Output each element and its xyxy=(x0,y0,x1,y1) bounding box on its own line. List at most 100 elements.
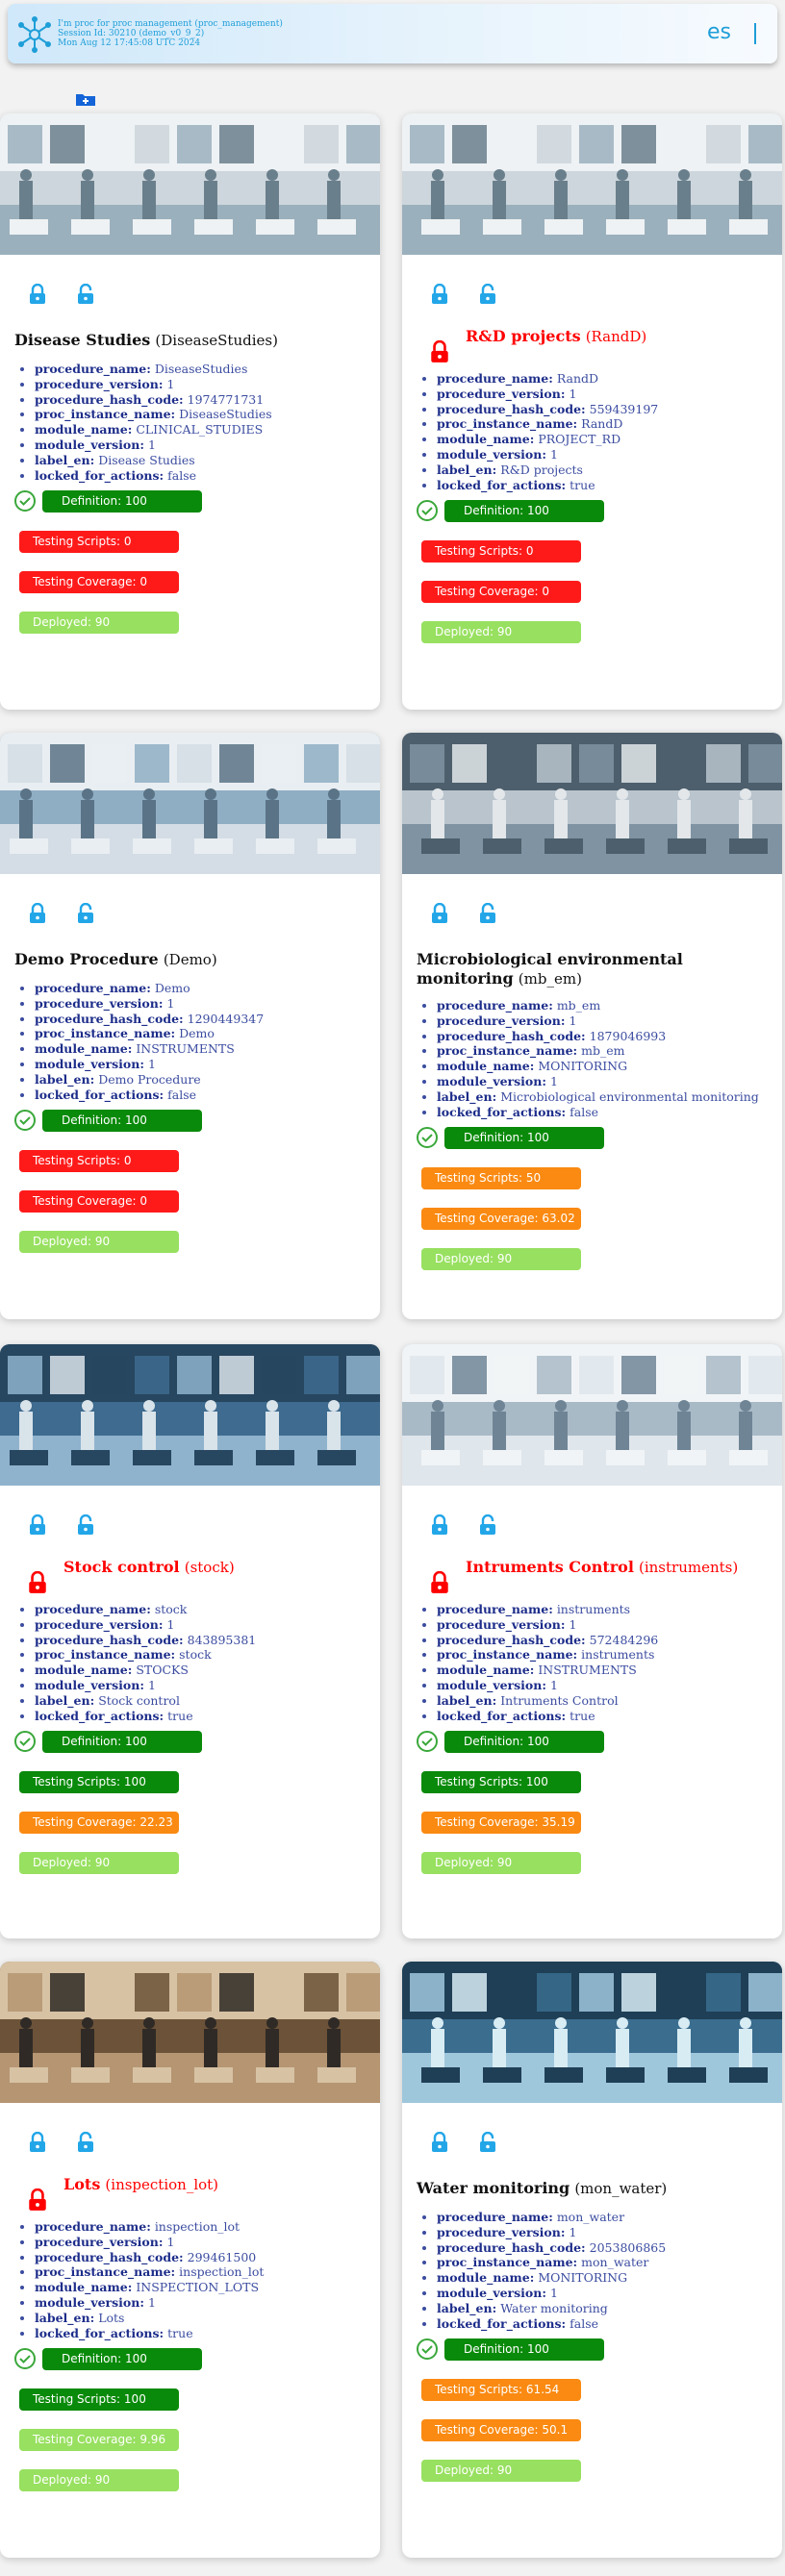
unlock-icon[interactable] xyxy=(29,284,46,305)
unlock-icon[interactable] xyxy=(29,903,46,924)
menu-toggle[interactable] xyxy=(754,23,756,44)
field-label: procedure_hash_code: xyxy=(35,1632,184,1647)
status-testing-coverage: Testing Coverage: 0 xyxy=(19,1190,179,1213)
procedure-field: module_version: 1 xyxy=(437,1074,759,1089)
session-info: I'm proc for proc management (proc_manag… xyxy=(58,19,283,48)
procedure-field: procedure_name: instruments xyxy=(437,1602,658,1617)
unlock-icon[interactable] xyxy=(29,2132,46,2153)
field-value: false xyxy=(167,1087,197,1102)
top-bar: I'm proc for proc management (proc_manag… xyxy=(8,4,777,63)
lock-open-icon[interactable] xyxy=(479,903,496,924)
status-label: Definition: xyxy=(464,2342,527,2357)
procedure-card[interactable]: Demo Procedure (Demo) procedure_name: Dem… xyxy=(0,733,380,1319)
field-value: MONITORING xyxy=(538,1059,628,1074)
field-label: locked_for_actions: xyxy=(437,1708,567,1723)
field-label: procedure_hash_code: xyxy=(35,391,184,407)
status-testing-scripts: Testing Scripts: 0 xyxy=(19,1150,179,1173)
status-label: Testing Coverage: xyxy=(33,1194,140,1209)
status-value: 90 xyxy=(94,2473,111,2488)
unlock-icon[interactable] xyxy=(431,284,448,305)
procedure-card[interactable]: Water monitoring (mon_water) procedure_na… xyxy=(402,1962,782,2558)
language-toggle[interactable]: es xyxy=(707,20,731,44)
field-value: INSTRUMENTS xyxy=(136,1041,235,1057)
procedure-card[interactable]: Lots (inspection_lot) procedure_name: ins… xyxy=(0,1962,380,2558)
procedure-field: label_en: Stock control xyxy=(35,1693,256,1709)
procedure-field: module_name: CLINICAL_STUDIES xyxy=(35,422,272,438)
field-value: 1 xyxy=(166,2234,175,2249)
field-label: label_en: xyxy=(35,452,95,467)
unlock-icon[interactable] xyxy=(29,1514,46,1536)
field-value: INSPECTION_LOTS xyxy=(136,2280,260,2295)
lock-open-icon[interactable] xyxy=(77,903,94,924)
procedure-title: Lots (inspection_lot) xyxy=(63,2175,380,2194)
unlock-icon[interactable] xyxy=(431,2132,448,2153)
status-deployed: Deployed: 90 xyxy=(19,1231,179,1254)
field-label: procedure_version: xyxy=(35,1616,164,1632)
field-value: DiseaseStudies xyxy=(154,362,248,376)
check-circle-icon xyxy=(417,1731,438,1753)
field-value: 299461500 xyxy=(187,2249,257,2264)
procedure-fields: procedure_name: stockprocedure_version: … xyxy=(35,1602,256,1723)
field-value: false xyxy=(570,2315,599,2331)
status-value: 90 xyxy=(496,1252,513,1266)
lock-open-icon[interactable] xyxy=(77,1514,94,1536)
procedure-field: locked_for_actions: false xyxy=(35,1088,264,1103)
add-procedure-icon[interactable] xyxy=(75,91,96,107)
field-value: Stock control xyxy=(98,1692,180,1708)
procedure-field: label_en: Intruments Control xyxy=(437,1693,658,1709)
field-label: procedure_hash_code: xyxy=(437,401,586,416)
field-label: procedure_version: xyxy=(437,1616,566,1632)
unlock-icon[interactable] xyxy=(431,903,448,924)
status-definition: Definition: 100 xyxy=(42,490,202,513)
procedure-field: module_name: STOCKS xyxy=(35,1663,256,1678)
field-label: procedure_hash_code: xyxy=(437,1028,586,1043)
lock-open-icon[interactable] xyxy=(479,284,496,305)
procedure-image xyxy=(0,1344,380,1486)
procedure-card[interactable]: Disease Studies (DiseaseStudies) procedur… xyxy=(0,113,380,710)
status-value: 100 xyxy=(526,1735,549,1749)
field-label: procedure_name: xyxy=(35,981,151,995)
status-value: 100 xyxy=(123,2392,146,2407)
field-label: proc_instance_name: xyxy=(437,2255,578,2270)
field-value: stock xyxy=(154,1602,188,1616)
unlock-icon[interactable] xyxy=(431,1514,448,1536)
field-label: module_version: xyxy=(437,1073,546,1088)
procedure-fields: procedure_name: inspection_lotprocedure_… xyxy=(35,2219,264,2340)
lock-open-icon[interactable] xyxy=(77,284,94,305)
field-label: locked_for_actions: xyxy=(437,477,567,492)
lock-open-icon[interactable] xyxy=(77,2132,94,2153)
field-label: module_name: xyxy=(35,1041,133,1057)
procedure-card[interactable]: Microbiological environmental monitoring… xyxy=(402,733,782,1319)
status-testing-scripts: Testing Scripts: 100 xyxy=(19,1771,179,1794)
procedure-card[interactable]: Stock control (stock) procedure_name: sto… xyxy=(0,1344,380,1938)
procedure-card[interactable]: Intruments Control (instruments) procedur… xyxy=(402,1344,782,1938)
field-label: module_name: xyxy=(35,1663,133,1678)
status-label: Testing Coverage: xyxy=(435,585,543,599)
field-label: label_en: xyxy=(35,2310,95,2325)
field-label: locked_for_actions: xyxy=(35,2325,165,2340)
field-label: module_version: xyxy=(35,1677,144,1692)
field-value: 1974771731 xyxy=(187,391,265,407)
procedure-field: locked_for_actions: false xyxy=(35,468,272,484)
status-testing-coverage: Testing Coverage: 35.19 xyxy=(421,1812,581,1835)
procedure-card[interactable]: R&D projects (RandD) procedure_name: Rand… xyxy=(402,113,782,710)
status-testing-coverage: Testing Coverage: 22.23 xyxy=(19,1812,179,1835)
field-value: Demo Procedure xyxy=(98,1071,201,1087)
procedure-field: procedure_version: 1 xyxy=(35,1617,256,1633)
status-value: 0 xyxy=(139,575,147,589)
status-value: 0 xyxy=(123,535,132,549)
status-value: 50.1 xyxy=(542,2423,569,2438)
procedure-title-name: Disease Studies xyxy=(14,331,151,349)
status-label: Deployed: xyxy=(435,1252,497,1266)
field-value: mb_em xyxy=(556,998,601,1013)
procedure-title: Disease Studies (DiseaseStudies) xyxy=(14,331,370,350)
status-label: Deployed: xyxy=(33,615,95,630)
field-value: Intruments Control xyxy=(500,1692,619,1708)
procedure-field: label_en: R&D projects xyxy=(437,463,658,478)
lock-open-icon[interactable] xyxy=(479,2132,496,2153)
procedure-field: module_name: INSPECTION_LOTS xyxy=(35,2280,264,2295)
field-value: 1 xyxy=(166,1616,175,1632)
field-label: procedure_name: xyxy=(437,1602,553,1616)
lock-open-icon[interactable] xyxy=(479,1514,496,1536)
procedure-code: (RandD) xyxy=(585,328,647,345)
